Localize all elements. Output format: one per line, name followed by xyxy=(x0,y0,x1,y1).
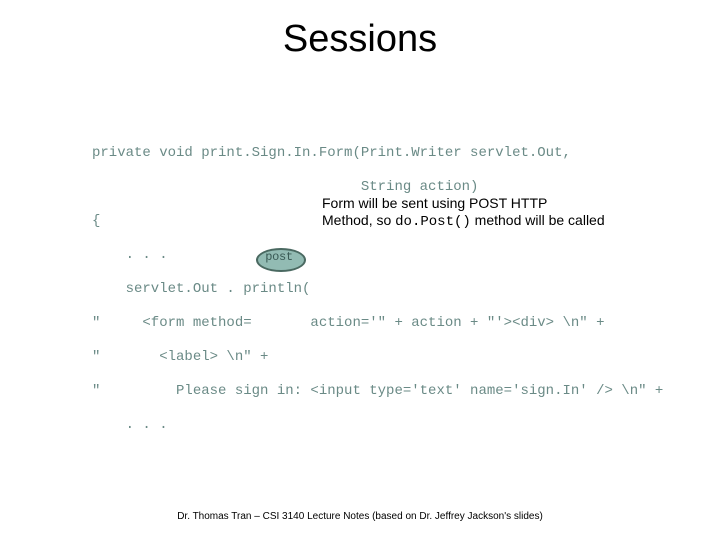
code-line: private void print.Sign.In.Form(Print.Wr… xyxy=(92,145,663,162)
code-block: private void print.Sign.In.Form(Print.Wr… xyxy=(92,128,663,468)
slide: Sessions private void print.Sign.In.Form… xyxy=(0,0,720,540)
code-line: . . . xyxy=(92,417,663,434)
code-line: . . . xyxy=(92,247,663,264)
callout-code: do.Post() xyxy=(395,214,471,230)
code-line: servlet.Out . println( xyxy=(92,281,663,298)
callout-box: Form will be sent using POST HTTP Method… xyxy=(322,195,682,231)
highlight-word: post xyxy=(256,250,302,264)
slide-title: Sessions xyxy=(0,18,720,61)
code-line: " <form method= action='" + action + "'>… xyxy=(92,315,663,332)
callout-line1: Form will be sent using POST HTTP xyxy=(322,195,547,211)
callout-line2a: Method, so xyxy=(322,212,395,228)
code-line: " Please sign in: <input type='text' nam… xyxy=(92,383,663,400)
slide-footer: Dr. Thomas Tran – CSI 3140 Lecture Notes… xyxy=(0,511,720,522)
code-line: String action) xyxy=(92,179,663,196)
callout-line2b: method will be called xyxy=(471,212,605,228)
code-line: " <label> \n" + xyxy=(92,349,663,366)
